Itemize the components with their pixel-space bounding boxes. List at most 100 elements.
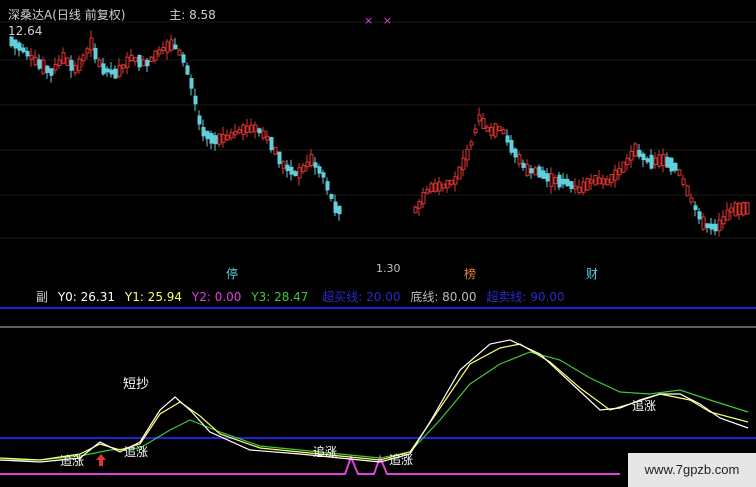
candle [41, 59, 46, 74]
candle [513, 148, 518, 158]
mid-price-label: 1.30 [376, 262, 401, 275]
candle [701, 216, 706, 230]
candle [261, 130, 266, 139]
candle [57, 59, 62, 66]
candle [113, 68, 118, 79]
candle [713, 223, 718, 232]
candle [609, 174, 614, 184]
candle [129, 54, 134, 62]
candle [49, 68, 54, 76]
candle [441, 183, 446, 189]
candle [509, 139, 514, 153]
candle [241, 124, 246, 136]
candle [529, 168, 534, 174]
candle [145, 59, 150, 67]
event-label-2[interactable]: 榜 [464, 267, 476, 281]
candle [237, 128, 242, 134]
price-chart[interactable] [0, 0, 756, 282]
candle [433, 182, 438, 192]
candle [421, 192, 426, 205]
candle [97, 59, 102, 67]
candle [549, 173, 554, 187]
candle [601, 178, 606, 185]
candle [493, 123, 498, 137]
candle [117, 64, 122, 77]
candle [461, 157, 466, 171]
candle [577, 186, 582, 194]
candle [469, 141, 474, 146]
event-label-3[interactable]: 财 [586, 267, 598, 281]
candle [173, 44, 178, 50]
candle [77, 58, 82, 71]
candle [681, 178, 686, 186]
candle [605, 178, 610, 186]
candle [301, 165, 306, 172]
candle [473, 128, 478, 134]
candle [201, 126, 206, 137]
candle [37, 59, 42, 69]
candle [621, 161, 626, 173]
candle [653, 157, 658, 165]
candle [725, 209, 730, 221]
candle [449, 179, 454, 185]
candle [737, 203, 742, 216]
candle [325, 181, 330, 191]
candle [553, 177, 558, 185]
candle [333, 201, 338, 214]
candle [717, 219, 722, 232]
candle [729, 207, 734, 213]
candle [249, 124, 254, 133]
candle [693, 205, 698, 211]
candle [101, 63, 106, 75]
watermark: www.7gpzb.com [628, 453, 756, 487]
candle [477, 114, 482, 122]
candle [13, 39, 18, 49]
candle [193, 95, 198, 105]
candle [25, 50, 30, 57]
candle [481, 118, 486, 130]
candle [517, 154, 522, 165]
candle [149, 56, 154, 63]
candle [705, 223, 710, 229]
candle [417, 201, 422, 209]
candle [33, 56, 38, 66]
candle [689, 197, 694, 203]
candle [185, 65, 190, 75]
candle [561, 178, 566, 185]
candle [661, 153, 666, 167]
candle [525, 164, 530, 177]
candle [125, 56, 130, 68]
candle [177, 49, 182, 56]
candle [181, 54, 186, 63]
candle [581, 181, 586, 193]
main-indicator-label: 主 [169, 8, 182, 22]
event-label-1[interactable]: 停 [226, 267, 238, 281]
candle [209, 133, 214, 144]
candle [205, 130, 210, 140]
chase-label-2: 追涨 [124, 445, 149, 459]
mark-2: × [382, 14, 392, 27]
candle [297, 167, 302, 179]
candle [677, 169, 682, 176]
candle [685, 185, 690, 197]
candle [537, 166, 542, 178]
short-bottom-label: 短抄 [123, 377, 150, 392]
candle [669, 157, 674, 172]
candle [245, 125, 250, 133]
candle [133, 57, 138, 63]
candle [153, 50, 158, 61]
candle [109, 69, 114, 75]
candle [585, 178, 590, 191]
candle [521, 162, 526, 168]
candle [613, 169, 618, 181]
candle [485, 126, 490, 132]
candle [17, 42, 22, 51]
candle [593, 175, 598, 186]
candle [557, 174, 562, 188]
candle [629, 150, 634, 161]
candle [65, 57, 70, 66]
candle [565, 178, 570, 187]
candle [505, 135, 510, 143]
chart-header: 深桑达A(日线 前复权) 主: 8.58 [8, 6, 216, 23]
candle [21, 47, 26, 53]
